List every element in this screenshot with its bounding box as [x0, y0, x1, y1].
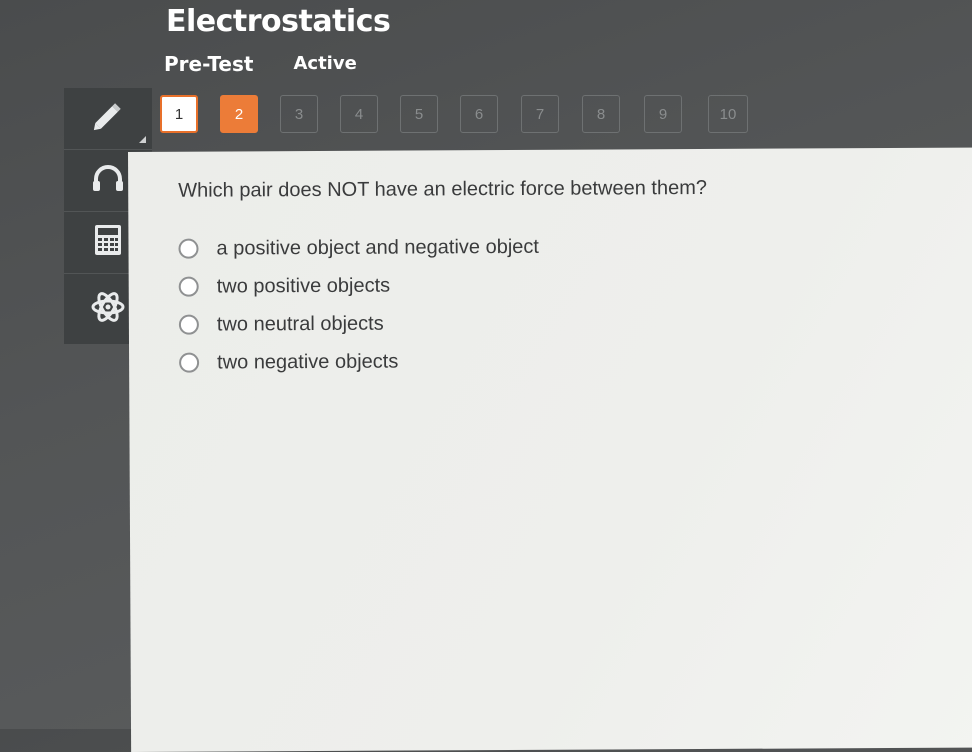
- question-nav-button-7[interactable]: 7: [521, 95, 559, 133]
- status-label: Active: [293, 53, 357, 74]
- radio-button[interactable]: [178, 238, 199, 259]
- answer-option-4[interactable]: two negative objects: [179, 342, 540, 382]
- headphones-icon: [88, 158, 128, 203]
- question-nav-button-9[interactable]: 9: [644, 95, 682, 133]
- question-nav-button-5[interactable]: 5: [400, 95, 438, 133]
- question-nav-button-10[interactable]: 10: [708, 95, 748, 133]
- calculator-icon: [88, 220, 128, 265]
- question-panel: Which pair does NOT have an electric for…: [128, 147, 972, 752]
- atom-icon: [88, 287, 128, 332]
- pencil-icon: [88, 96, 128, 141]
- answer-option-label: a positive object and negative object: [216, 235, 540, 260]
- answer-option-3[interactable]: two neutral objects: [178, 304, 540, 344]
- answer-option-label: two negative objects: [217, 350, 399, 374]
- pencil-tool-button[interactable]: [64, 88, 152, 150]
- answer-options: a positive object and negative object tw…: [178, 228, 539, 382]
- test-type-label: Pre-Test: [164, 52, 254, 76]
- question-nav-button-8[interactable]: 8: [582, 95, 620, 133]
- answer-option-2[interactable]: two positive objects: [178, 266, 540, 306]
- page-title: Electrostatics: [166, 4, 391, 39]
- question-nav-button-1[interactable]: 1: [160, 95, 198, 133]
- question-nav-button-3[interactable]: 3: [280, 95, 318, 133]
- radio-button[interactable]: [178, 314, 199, 335]
- answer-option-label: two positive objects: [216, 274, 391, 298]
- question-nav-button-4[interactable]: 4: [340, 95, 378, 133]
- radio-button[interactable]: [179, 352, 200, 373]
- question-nav-button-6[interactable]: 6: [460, 95, 498, 133]
- question-nav-button-2[interactable]: 2: [220, 95, 258, 133]
- answer-option-label: two neutral objects: [216, 312, 384, 336]
- question-text: Which pair does NOT have an electric for…: [178, 176, 708, 202]
- answer-option-1[interactable]: a positive object and negative object: [178, 228, 539, 268]
- radio-button[interactable]: [178, 276, 199, 297]
- subtitle-row: Pre-Test Active: [164, 52, 357, 76]
